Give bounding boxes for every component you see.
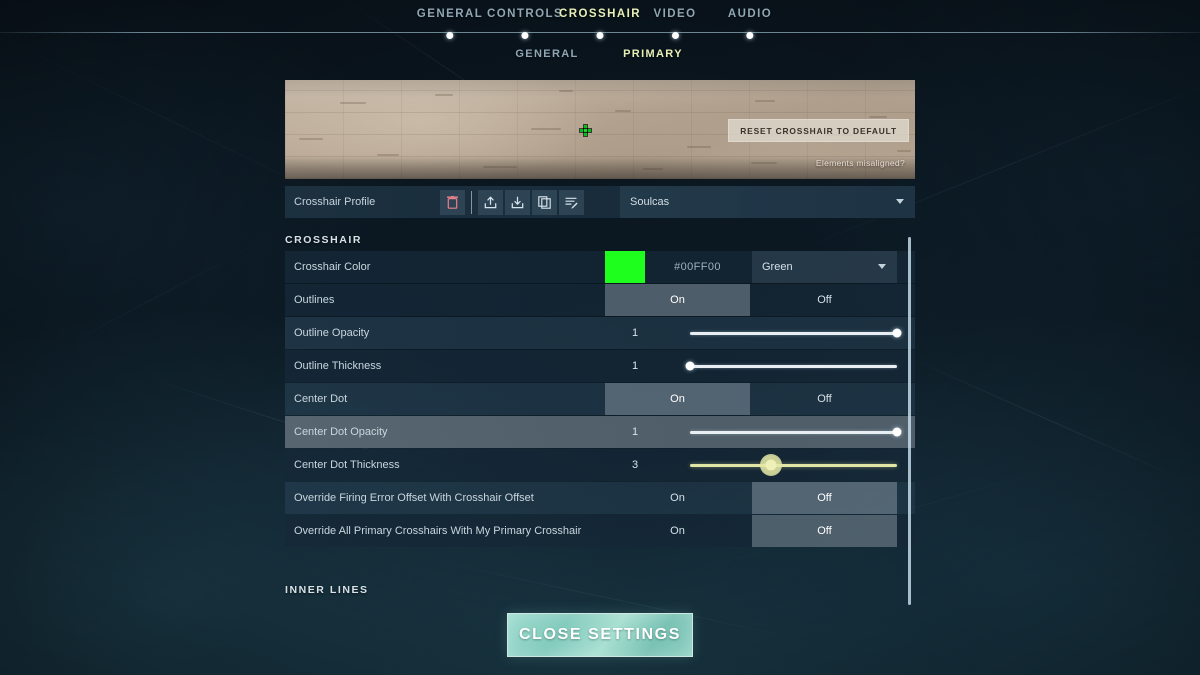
tab-label: AUDIO [727,8,773,20]
import-profile-button[interactable] [478,189,503,215]
trash-icon [447,195,458,209]
slider-knob[interactable] [892,328,902,338]
tab-dot-icon [446,32,454,39]
tab-general[interactable]: GENERAL [416,8,484,39]
crosshair-settings-panel: RESET CROSSHAIR TO DEFAULT Elements misa… [285,80,915,620]
row-label: Outlines [294,294,335,306]
export-profile-button[interactable] [505,189,530,215]
row-label: Override Firing Error Offset With Crossh… [294,492,534,504]
crosshair-profile-value: Soulcas [630,196,670,208]
row-outlines: Outlines On Off [285,284,915,316]
rename-icon [565,196,578,209]
row-outline-thickness: Outline Thickness 1 [285,350,915,382]
tab-dot-icon [521,32,529,39]
toggle-off-option[interactable]: Off [752,482,897,514]
duplicate-profile-button[interactable] [532,189,557,215]
slider-knob[interactable] [892,427,902,437]
slider-track [690,459,897,471]
row-outline-opacity: Outline Opacity 1 [285,317,915,349]
close-settings-button[interactable]: CLOSE SETTINGS [507,613,693,657]
crosshair-arm [586,127,592,133]
tab-audio[interactable]: AUDIO [727,8,773,39]
settings-rows: Crosshair Color #00FF00 Green Outlines On… [285,251,915,548]
row-label: Center Dot Thickness [294,459,400,471]
toggle-on-option[interactable]: On [605,383,750,415]
settings-subtab-bar: GENERAL PRIMARY [0,48,1200,70]
tab-crosshair[interactable]: CROSSHAIR [558,8,642,39]
elements-misaligned-link[interactable]: Elements misaligned? [816,158,905,168]
slider-value: 1 [631,327,639,339]
crosshair-profile-label: Crosshair Profile [294,196,376,208]
crosshair-profile-bar: Crosshair Profile Soulcas [285,186,915,218]
slider-track [690,328,902,338]
tab-dot-icon [671,32,679,39]
download-icon [511,196,524,209]
toggle-on-option[interactable]: On [605,515,750,547]
row-label: Override All Primary Crosshairs With My … [294,525,582,537]
slider[interactable] [690,317,902,349]
row-label: Outline Thickness [294,360,382,372]
section-header-crosshair: CROSSHAIR [285,234,362,246]
slider-knob[interactable] [685,361,695,371]
crosshair-color-preset-dropdown[interactable]: Green [752,251,897,283]
tab-label: GENERAL [416,8,484,20]
crosshair-glyph [579,124,592,137]
chevron-down-icon [878,264,886,269]
row-label: Center Dot Opacity [294,426,388,438]
row-center-dot-opacity: Center Dot Opacity 1 [285,416,915,448]
crosshair-color-preset-value: Green [762,261,793,273]
row-label: Outline Opacity [294,327,370,339]
settings-scrollbar-thumb[interactable] [908,237,911,605]
tab-dot-icon [596,32,604,39]
profile-actions-divider [471,190,472,214]
slider-value: 1 [631,360,639,372]
crosshair-center-dot [582,127,588,133]
crosshair-arm [582,131,588,137]
tab-controls[interactable]: CONTROLS [486,8,564,39]
subtab-general[interactable]: GENERAL [515,48,578,60]
crosshair-color-swatch[interactable] [605,251,645,283]
slider[interactable] [690,416,902,448]
chevron-down-icon [896,199,904,204]
slider-value: 1 [631,426,639,438]
row-crosshair-color: Crosshair Color #00FF00 Green [285,251,915,283]
row-label-crosshair-color: Crosshair Color [294,261,371,273]
slider-value: 3 [631,459,639,471]
row-center-dot-thickness: Center Dot Thickness 3 [285,449,915,481]
row-override-firing-error-offset-with-crosshair-offset: Override Firing Error Offset With Crossh… [285,482,915,514]
tab-label: VIDEO [653,8,697,20]
tab-label: CROSSHAIR [558,8,642,20]
toggle-off-option[interactable]: Off [752,284,897,316]
crosshair-color-hex-field[interactable]: #00FF00 [645,251,750,283]
tab-video[interactable]: VIDEO [653,8,697,39]
toggle-off-option[interactable]: Off [752,515,897,547]
crosshair-profile-dropdown[interactable]: Soulcas [620,186,915,218]
subtab-primary[interactable]: PRIMARY [623,48,683,60]
section-header-inner-lines: INNER LINES [285,584,369,596]
upload-icon [484,196,497,209]
row-label: Center Dot [294,393,348,405]
copy-icon [538,195,551,209]
crosshair-preview: RESET CROSSHAIR TO DEFAULT Elements misa… [285,80,915,179]
slider-knob[interactable] [765,459,777,471]
reset-crosshair-to-default-button[interactable]: RESET CROSSHAIR TO DEFAULT [728,119,909,142]
slider-track [685,361,897,371]
close-settings-label: CLOSE SETTINGS [519,626,681,643]
rename-profile-button[interactable] [559,189,584,215]
row-center-dot: Center Dot On Off [285,383,915,415]
slider-track [690,427,902,437]
slider[interactable] [690,449,897,481]
delete-profile-button[interactable] [440,189,465,215]
settings-scrollbar[interactable] [908,237,911,605]
slider[interactable] [685,350,897,382]
tab-dot-icon [746,32,754,39]
toggle-on-option[interactable]: On [605,284,750,316]
row-override-all-primary-crosshairs-with-my-primary-crosshair: Override All Primary Crosshairs With My … [285,515,915,547]
settings-tab-bar: GENERAL CONTROLS CROSSHAIR VIDEO AUDIO [0,0,1200,46]
toggle-on-option[interactable]: On [605,482,750,514]
toggle-off-option[interactable]: Off [752,383,897,415]
tab-label: CONTROLS [486,8,564,20]
